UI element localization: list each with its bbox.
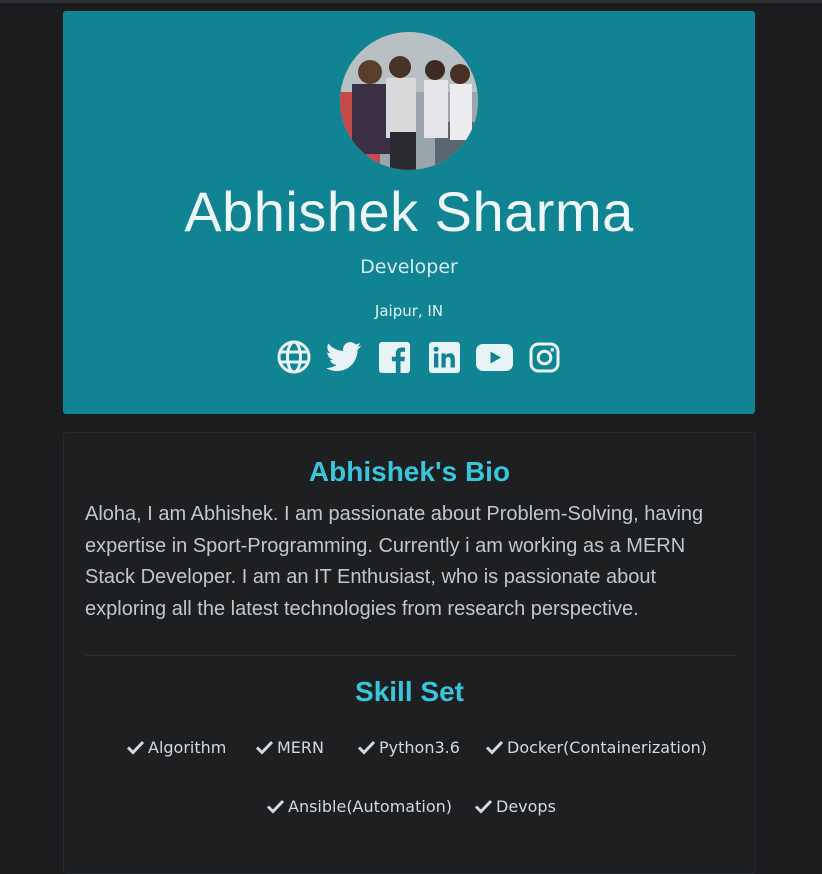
globe-icon [277, 340, 311, 374]
skill-label: Python3.6 [379, 737, 460, 757]
check-icon [485, 740, 504, 755]
skill-label: Devops [496, 796, 556, 816]
youtube-icon [475, 343, 513, 371]
bio-card: Abhishek's Bio Aloha, I am Abhishek. I a… [63, 432, 756, 874]
globe-link[interactable] [269, 337, 319, 377]
check-icon [474, 799, 493, 814]
twitter-icon [326, 342, 362, 372]
skill-label: Docker(Containerization) [507, 737, 707, 757]
skill-item: Algorithm [126, 735, 226, 759]
instagram-icon [529, 342, 559, 372]
profile-name: Abhishek Sharma [184, 180, 634, 243]
check-icon [357, 740, 376, 755]
twitter-link[interactable] [319, 337, 369, 377]
avatar [340, 32, 478, 170]
skill-item: Devops [474, 794, 556, 818]
profile-location: Jaipur, IN [374, 302, 444, 320]
top-bar [0, 0, 822, 3]
skill-item: Ansible(Automation) [266, 794, 452, 818]
divider [85, 655, 735, 656]
linkedin-icon [428, 341, 460, 373]
skill-item: MERN [255, 735, 324, 759]
skill-item: Python3.6 [357, 735, 460, 759]
check-icon [266, 799, 285, 814]
youtube-link[interactable] [469, 337, 519, 377]
skill-item: Docker(Containerization) [485, 735, 707, 759]
facebook-link[interactable] [369, 337, 419, 377]
skill-label: Algorithm [148, 737, 227, 757]
social-links [269, 337, 569, 377]
profile-header: Abhishek Sharma Developer Jaipur, IN [63, 11, 755, 414]
check-icon [126, 740, 145, 755]
skill-set-title: Skill Set [355, 676, 464, 707]
bio-title: Abhishek's Bio [308, 456, 511, 487]
skill-label: Ansible(Automation) [288, 796, 452, 816]
instagram-link[interactable] [519, 337, 569, 377]
facebook-icon [378, 341, 410, 373]
check-icon [255, 740, 274, 755]
bio-text: Aloha, I am Abhishek. I am passionate ab… [85, 503, 704, 620]
linkedin-link[interactable] [419, 337, 469, 377]
skill-label: MERN [277, 737, 324, 757]
profile-role: Developer [360, 256, 458, 278]
